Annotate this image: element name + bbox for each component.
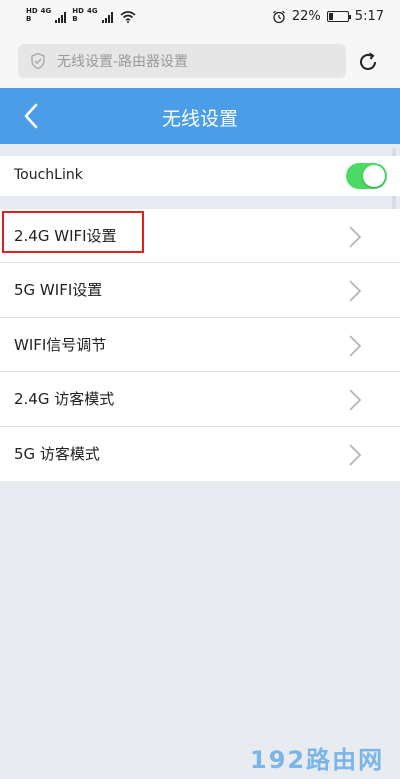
menu-item-5g-guest-mode[interactable]: 5G 访客模式 xyxy=(0,427,400,481)
chevron-right-icon xyxy=(349,226,362,248)
wifi-icon xyxy=(120,11,136,23)
signal-bars-1-icon xyxy=(55,11,67,23)
sim2-label: HD B xyxy=(72,7,84,23)
watermark: 192路由网 xyxy=(250,746,385,774)
status-bar: HD B 4G HD B 4G 22% 5:17 xyxy=(0,0,400,36)
battery-icon xyxy=(326,11,351,22)
address-bar[interactable]: 无线设置-路由器设置 xyxy=(18,44,346,78)
status-right: 22% 5:17 xyxy=(272,9,384,24)
touchlink-toggle[interactable] xyxy=(346,163,387,189)
menu-item-label: 5G 访客模式 xyxy=(14,444,100,463)
menu-item-label: 5G WIFI设置 xyxy=(14,281,103,300)
title-bar: 无线设置 xyxy=(0,88,400,144)
chevron-right-icon xyxy=(349,389,362,411)
clock-time: 5:17 xyxy=(354,9,384,24)
wifi-settings-menu: 2.4G WIFI设置 5G WIFI设置 WIFI信号调节 2.4G 访客模式… xyxy=(0,209,400,481)
battery-percent: 22% xyxy=(291,9,321,24)
touchlink-label: TouchLink xyxy=(14,167,83,183)
shield-icon xyxy=(31,52,45,70)
menu-item-5g-wifi-settings[interactable]: 5G WIFI设置 xyxy=(0,263,400,318)
reload-icon[interactable] xyxy=(356,50,380,74)
sim1-label: HD B xyxy=(26,7,38,23)
signal-bars-2-icon xyxy=(101,11,113,23)
menu-item-2g-guest-mode[interactable]: 2.4G 访客模式 xyxy=(0,372,400,427)
toggle-knob xyxy=(363,165,385,187)
chevron-right-icon xyxy=(349,280,362,303)
browser-bar: 无线设置-路由器设置 xyxy=(0,36,400,88)
menu-item-label: WIFI信号调节 xyxy=(14,335,107,354)
chevron-right-icon xyxy=(349,443,362,466)
alarm-clock-icon xyxy=(272,10,285,23)
network-type-2: 4G xyxy=(86,7,98,15)
menu-item-wifi-signal-adjust[interactable]: WIFI信号调节 xyxy=(0,318,400,373)
menu-item-label: 2.4G 访客模式 xyxy=(14,390,115,409)
network-type-1: 4G xyxy=(40,7,52,15)
signal-indicators: HD B 4G HD B 4G xyxy=(26,7,136,23)
chevron-right-icon xyxy=(349,335,362,357)
menu-item-2g-wifi-settings[interactable]: 2.4G WIFI设置 xyxy=(0,209,400,264)
menu-item-label: 2.4G WIFI设置 xyxy=(14,227,117,245)
address-bar-text: 无线设置-路由器设置 xyxy=(57,54,189,70)
page-title: 无线设置 xyxy=(161,108,238,130)
touchlink-row: TouchLink xyxy=(0,156,400,196)
